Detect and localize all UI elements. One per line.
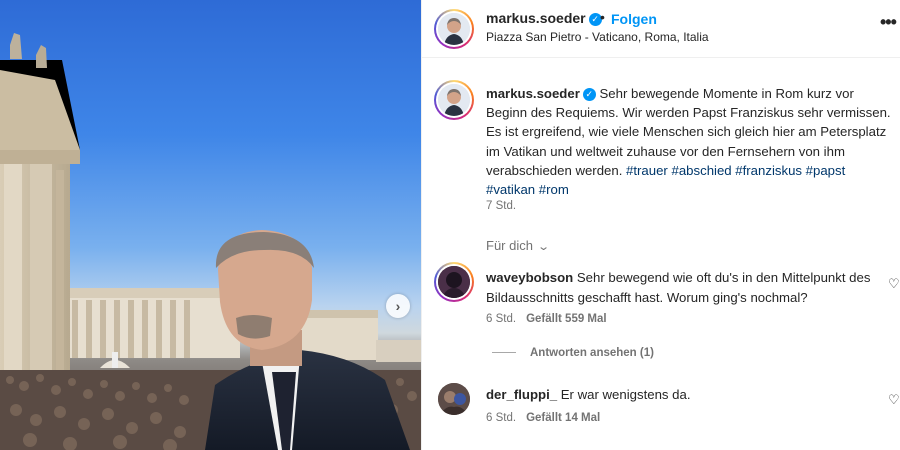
- caption-avatar[interactable]: [434, 80, 474, 120]
- author-avatar[interactable]: [434, 9, 474, 49]
- comment-text: Er war wenigstens da.: [560, 387, 691, 402]
- comment-timestamp[interactable]: 6 Std.: [486, 313, 516, 325]
- chevron-right-icon: ›: [395, 298, 401, 314]
- post-caption: markus.soeder ✓ Sehr bewegende Momente in…: [486, 84, 898, 199]
- avatar-photo: [438, 383, 470, 415]
- hashtag[interactable]: #trauer: [626, 163, 668, 178]
- commenter-avatar[interactable]: [434, 262, 474, 302]
- follow-button[interactable]: Folgen: [611, 11, 657, 27]
- post-details-panel: markus.soeder ✓ • Folgen Piazza San Pietr…: [421, 0, 900, 450]
- caption-username[interactable]: markus.soeder: [486, 86, 580, 101]
- verified-badge-icon: ✓: [582, 88, 596, 101]
- instagram-post-view: › markus.soeder ✓ • Folgen Piazza San Pi…: [0, 0, 900, 450]
- post-author[interactable]: markus.soeder ✓: [486, 10, 602, 26]
- comment-sort-dropdown[interactable]: Für dich ⌄: [486, 238, 551, 253]
- hashtag[interactable]: #vatikan: [486, 182, 535, 197]
- post-media[interactable]: ›: [0, 0, 421, 450]
- view-replies-label: Antworten ansehen (1): [530, 347, 654, 359]
- comment-likes[interactable]: Gefällt 14 Mal: [526, 412, 600, 424]
- hashtag[interactable]: #papst: [806, 163, 846, 178]
- hashtag[interactable]: #franziskus: [735, 163, 802, 178]
- author-username[interactable]: markus.soeder: [486, 10, 586, 26]
- hashtag[interactable]: #rom: [539, 182, 569, 197]
- more-options-icon[interactable]: •••: [880, 12, 897, 33]
- replies-divider: [492, 352, 516, 353]
- caption-timestamp[interactable]: 7 Std.: [486, 200, 516, 212]
- post-location[interactable]: Piazza San Pietro - Vatican​o, Roma, Ita…: [486, 30, 709, 44]
- view-replies-button[interactable]: Antworten ansehen (1): [492, 347, 654, 359]
- comment-timestamp[interactable]: 6 Std.: [486, 412, 516, 424]
- comment: waveybobson Sehr bewegend wie oft du's i…: [486, 268, 886, 308]
- avatar-photo: [438, 266, 470, 298]
- avatar-photo: [438, 13, 470, 45]
- comment-meta: 6 Std. Gefällt 14 Mal: [486, 412, 600, 424]
- comment-username[interactable]: der_fluppi_: [486, 387, 557, 402]
- like-comment-heart-icon[interactable]: ♡: [888, 392, 900, 408]
- separator-dot: •: [600, 9, 605, 25]
- chevron-down-icon: ⌄: [537, 241, 551, 253]
- comment-meta: 6 Std. Gefällt 559 Mal: [486, 313, 607, 325]
- commenter-avatar[interactable]: [438, 383, 470, 415]
- hashtag[interactable]: #abschied: [672, 163, 732, 178]
- comment: der_fluppi_ Er war wenigstens da.: [486, 385, 886, 405]
- like-comment-heart-icon[interactable]: ♡: [888, 276, 900, 292]
- comment-likes[interactable]: Gefällt 559 Mal: [526, 313, 607, 325]
- post-photo: [0, 33, 421, 450]
- next-media-button[interactable]: ›: [386, 294, 410, 318]
- post-header: markus.soeder ✓ • Folgen Piazza San Pietr…: [422, 0, 900, 58]
- avatar-photo: [438, 84, 470, 116]
- comment-sort-label: Für dich: [486, 238, 533, 253]
- comment-username[interactable]: waveybobson: [486, 270, 573, 285]
